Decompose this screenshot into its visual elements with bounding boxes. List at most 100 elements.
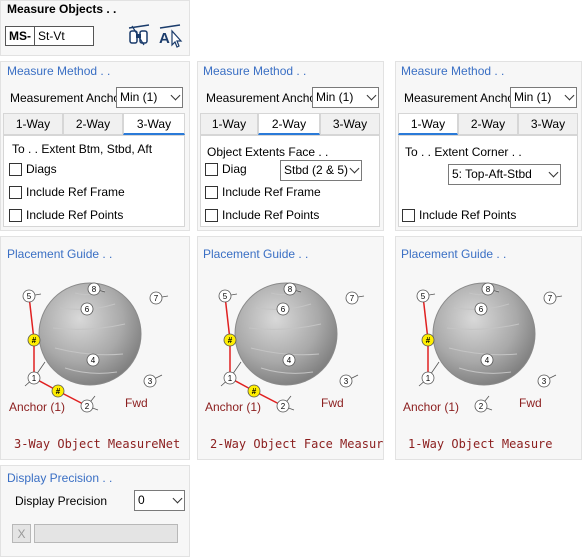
object-sphere [234, 282, 338, 386]
node-label: 8 [486, 285, 491, 294]
measure-method-title-2: Measure Method . . [203, 64, 307, 78]
tab-1-way[interactable]: 1-Way [200, 113, 258, 135]
placement-diagram-svg: # #1 2 3 4 5 6 7 8 Anchor (1) Fwd [9, 282, 169, 414]
tab-2-way[interactable]: 2-Way [63, 113, 123, 135]
face-select[interactable]: Stbd (2 & 5) [280, 160, 362, 181]
svg-text:A: A [159, 30, 170, 47]
node-label: 8 [92, 285, 97, 294]
diags-checkbox[interactable] [9, 163, 22, 176]
anchor-select-value-1: Min (1) [120, 90, 158, 104]
node-label: 6 [85, 305, 90, 314]
chevron-down-icon [564, 90, 575, 101]
node-label: 7 [350, 294, 355, 303]
node-label: 5 [223, 292, 228, 301]
ref-points-label-3: Include Ref Points [419, 208, 517, 222]
ref-points-checkbox-2[interactable] [205, 209, 218, 222]
ref-points-label-2: Include Ref Points [222, 208, 320, 222]
name-field[interactable]: MS- St-Vt [5, 26, 94, 46]
display-precision-select[interactable]: 0 [134, 490, 185, 511]
node-label: 3 [148, 377, 153, 386]
clear-button[interactable]: X [12, 524, 31, 543]
measure-method-title-1: Measure Method . . [7, 64, 111, 78]
measure-method-title-3: Measure Method . . [401, 64, 505, 78]
guide-caption-3: 1-Way Object Measure [408, 437, 553, 451]
guide-caption-1: 3-Way Object MeasureNet [14, 437, 181, 451]
placement-guide-title-3: Placement Guide . . [401, 247, 507, 261]
node-label: 2 [281, 402, 286, 411]
ref-frame-checkbox-1[interactable] [9, 186, 22, 199]
face-select-value: Stbd (2 & 5) [284, 163, 349, 177]
object-sphere [432, 282, 536, 386]
tab-3-way[interactable]: 3-Way [518, 113, 578, 135]
ref-points-checkbox-1[interactable] [9, 209, 22, 222]
anchor-label-2: Measurement Anchor [206, 91, 321, 105]
node-label: 5 [27, 292, 32, 301]
name-value: St-Vt [38, 29, 65, 43]
anchor-select-3[interactable]: Min (1) [510, 87, 577, 108]
node-label: 3 [542, 377, 547, 386]
tab-3-way[interactable]: 3-Way [123, 113, 185, 135]
ref-points-checkbox-3[interactable] [402, 209, 415, 222]
anchor-label-3: Measurement Anchor [404, 91, 519, 105]
ref-frame-checkbox-2[interactable] [205, 186, 218, 199]
corner-select-value: 5: Top-Aft-Stbd [452, 167, 532, 181]
placement-guide-title-1: Placement Guide . . [7, 247, 113, 261]
marker-label: # [228, 336, 233, 345]
fwd-text: Fwd [125, 396, 148, 410]
node-label: 1 [426, 374, 431, 383]
anchor-select-value-2: Min (1) [316, 90, 354, 104]
placement-diagram-2: # #1 2 3 4 5 6 7 8 Anchor (1) Fwd [201, 278, 381, 418]
placement-diagram-svg: # #1 2 3 4 5 6 7 8 Anchor (1) Fwd [205, 282, 365, 414]
text-select-button[interactable]: A [156, 23, 184, 49]
fwd-text: Fwd [519, 396, 542, 410]
marker-label: # [56, 387, 61, 396]
display-precision-value: 0 [138, 493, 145, 507]
guide-caption-2: 2-Way Object Face Measur [210, 437, 384, 451]
page-title: Measure Objects . . [7, 2, 117, 16]
corner-label: To . . Extent Corner . . [405, 145, 522, 159]
clear-label: X [17, 527, 26, 541]
node-label: 6 [479, 305, 484, 314]
placement-diagram-3: #1 2 3 4 5 6 7 8 Anchor (1) Fwd [399, 278, 579, 418]
display-precision-label: Display Precision [15, 494, 108, 508]
binoculars-icon [128, 24, 150, 46]
tab-3-way[interactable]: 3-Way [320, 113, 380, 135]
corner-select[interactable]: 5: Top-Aft-Stbd [448, 164, 561, 185]
chevron-down-icon [172, 493, 183, 504]
ref-frame-label-2: Include Ref Frame [222, 185, 321, 199]
way-tabs-2: 1-Way 2-Way 3-Way [200, 113, 380, 135]
object-sphere [38, 282, 142, 386]
placement-guide-title-2: Placement Guide . . [203, 247, 309, 261]
anchor-text: Anchor (1) [9, 400, 65, 414]
node-label: 4 [485, 356, 490, 365]
diags-label: Diags [26, 162, 57, 176]
tab-1-way[interactable]: 1-Way [3, 113, 63, 135]
anchor-select-2[interactable]: Min (1) [312, 87, 379, 108]
fwd-text: Fwd [321, 396, 344, 410]
node-label: 7 [154, 294, 159, 303]
face-label: Object Extents Face . . [207, 145, 329, 159]
diag-checkbox[interactable] [205, 163, 218, 176]
node-label: 4 [287, 356, 292, 365]
diag-label: Diag [222, 162, 247, 176]
placement-diagram-svg: #1 2 3 4 5 6 7 8 Anchor (1) Fwd [403, 282, 563, 414]
node-label: 3 [344, 377, 349, 386]
node-label: 1 [228, 374, 233, 383]
status-field [34, 524, 178, 543]
tab-2-way[interactable]: 2-Way [458, 113, 518, 135]
node-label: 2 [85, 402, 90, 411]
node-label: 5 [421, 292, 426, 301]
ref-points-label-1: Include Ref Points [26, 208, 124, 222]
tab-2-way[interactable]: 2-Way [258, 113, 320, 135]
ref-frame-label-1: Include Ref Frame [26, 185, 125, 199]
marker-label: # [252, 387, 257, 396]
node-label: 7 [548, 294, 553, 303]
node-label: 1 [32, 374, 37, 383]
node-label: 4 [91, 356, 96, 365]
anchor-text: Anchor (1) [403, 400, 459, 414]
tab-1-way[interactable]: 1-Way [398, 113, 458, 135]
binoculars-button[interactable] [126, 23, 152, 49]
chevron-down-icon [170, 90, 181, 101]
placement-diagram-1: # #1 2 3 4 5 6 7 8 Anchor (1) Fwd [5, 278, 185, 418]
anchor-select-1[interactable]: Min (1) [116, 87, 183, 108]
